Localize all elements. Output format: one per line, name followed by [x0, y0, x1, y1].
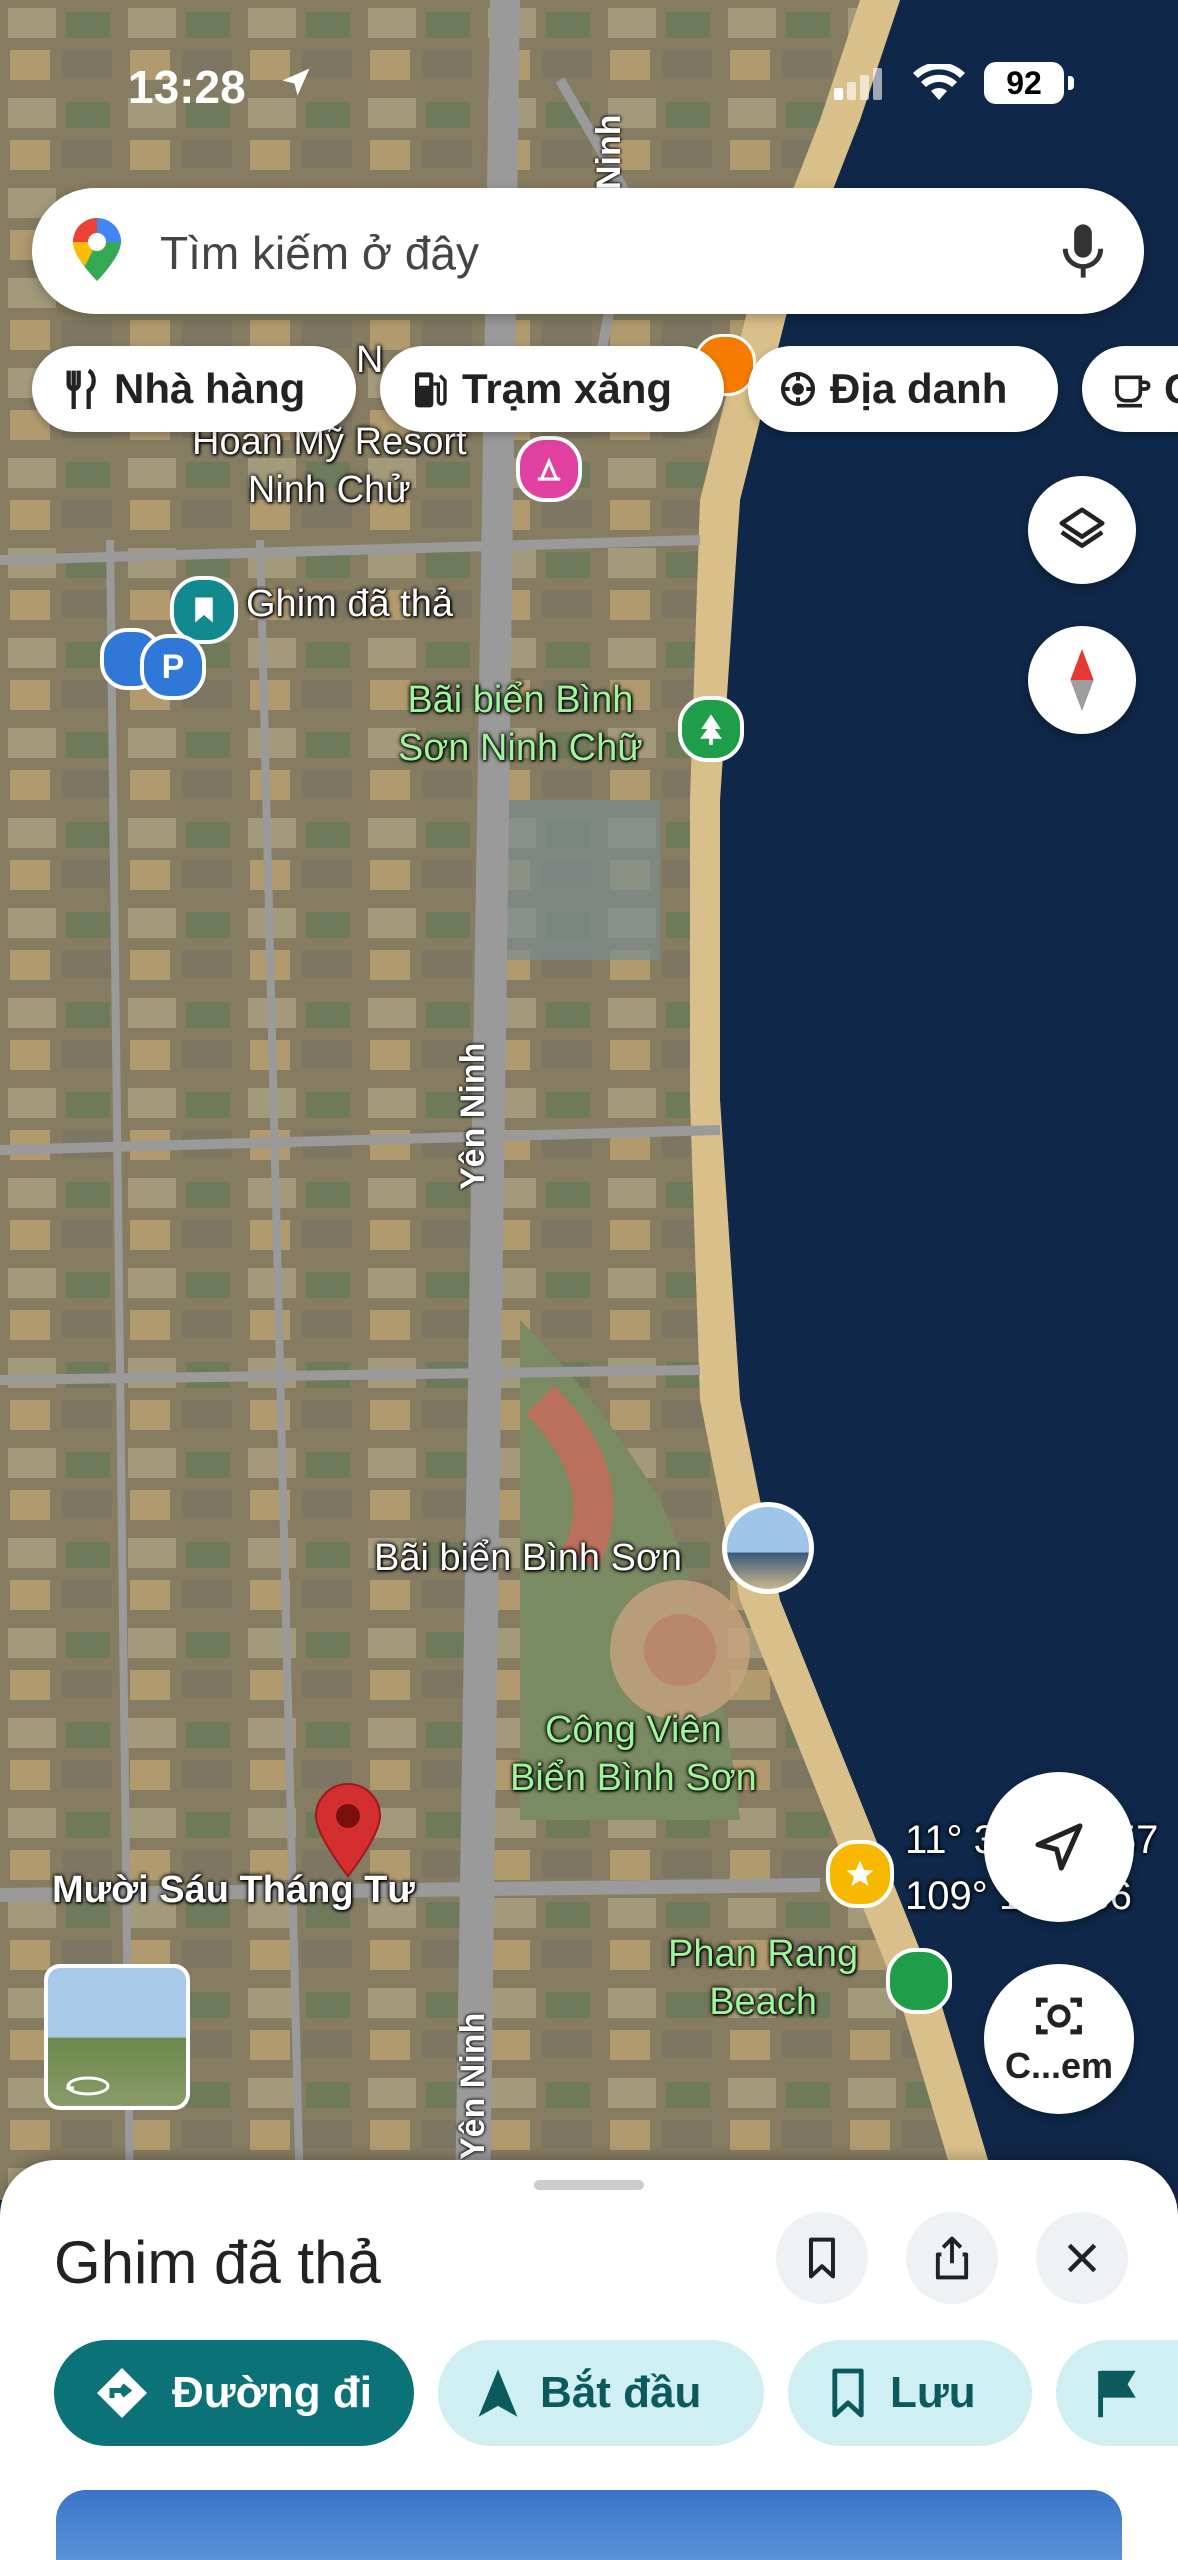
park-marker[interactable]: [678, 696, 744, 762]
chip-restaurants[interactable]: Nhà hàng: [32, 346, 356, 432]
status-bar: 13:28 92: [0, 60, 1178, 116]
microphone-icon[interactable]: [1056, 220, 1110, 287]
search-input[interactable]: Tìm kiếm ở đây: [160, 226, 479, 280]
street-view-thumbnail[interactable]: [44, 1964, 190, 2110]
road-label-north: Ninh: [590, 114, 628, 190]
search-bar[interactable]: Tìm kiếm ở đây: [32, 188, 1144, 314]
compass-icon: [1070, 648, 1094, 712]
resort-icon: [537, 457, 561, 481]
map-label-phan-rang-beach[interactable]: Phan Rang Beach: [668, 1930, 858, 2026]
tree-icon: [700, 714, 722, 745]
location-arrow-icon: [278, 64, 314, 105]
road-label-yen-ninh: Yên Ninh: [454, 1042, 492, 1190]
road-label-yen-ninh-south: Yên Ninh: [454, 2012, 492, 2160]
beach-photo-marker[interactable]: [722, 1502, 814, 1594]
close-button[interactable]: [1036, 2212, 1128, 2304]
camera-lens-icon: [1036, 1997, 1082, 2035]
wifi-icon: [912, 62, 966, 109]
chip-landmarks[interactable]: Địa danh: [748, 346, 1058, 432]
share-button[interactable]: [906, 2212, 998, 2304]
place-title: Ghim đã thả: [54, 2229, 381, 2296]
start-button[interactable]: Bắt đầu: [438, 2340, 764, 2446]
map-label-beach-binh-son[interactable]: Bãi biển Bình Sơn: [374, 1534, 682, 1582]
place-bottom-sheet[interactable]: Ghim đã thả Đường đi Bắt đầu Lưu: [0, 2160, 1178, 2560]
close-icon: [1067, 2243, 1097, 2273]
beach-marker[interactable]: [886, 1948, 952, 2014]
maps-logo-icon: [66, 218, 128, 289]
map-label-dropped-pin: Ghim đã thả: [246, 583, 453, 625]
camera-label: C...em: [1004, 2045, 1114, 2086]
favorite-marker[interactable]: [826, 1840, 894, 1908]
chip-gas-stations[interactable]: Trạm xăng: [380, 346, 724, 432]
chip-coffee[interactable]: C: [1082, 346, 1178, 432]
bookmark-icon: [195, 597, 213, 623]
directions-button[interactable]: Đường đi: [54, 2340, 414, 2446]
camera-search-button[interactable]: C...em: [984, 1964, 1134, 2114]
fork-knife-icon: [66, 368, 96, 409]
my-location-button[interactable]: [984, 1772, 1134, 1922]
sheet-drag-handle[interactable]: [534, 2180, 644, 2190]
resort-marker[interactable]: [516, 436, 582, 502]
landmark-icon: [781, 372, 815, 406]
rotate-360-icon: [65, 2076, 110, 2096]
status-time: 13:28: [128, 61, 246, 113]
label-button[interactable]: [1056, 2340, 1178, 2446]
layers-icon: [1059, 507, 1105, 548]
navigation-arrow-icon: [1035, 1823, 1083, 1871]
coffee-icon: [1115, 375, 1151, 408]
map-label-beach-north[interactable]: Bãi biển Bình Sơn Ninh Chữ: [398, 676, 643, 772]
place-photo[interactable]: [56, 2490, 1122, 2560]
directions-icon: [97, 2368, 147, 2418]
navigation-arrow-icon: [478, 2369, 518, 2417]
map-label-street: Mười Sáu Tháng Tư: [52, 1869, 415, 1911]
category-chips: Nhà hàng Trạm xăng Địa danh C: [0, 346, 1178, 436]
flag-icon: [1098, 2370, 1136, 2418]
map-label-park[interactable]: Công Viên Biển Bình Sơn: [510, 1706, 757, 1802]
save-icon-button[interactable]: [776, 2212, 868, 2304]
bookmark-icon: [808, 2237, 836, 2279]
battery-indicator: 92: [984, 62, 1074, 104]
bookmark-icon: [832, 2368, 864, 2418]
save-button[interactable]: Lưu: [788, 2340, 1032, 2446]
gas-station-icon: [415, 372, 447, 408]
star-icon: [846, 1860, 874, 1886]
layers-button[interactable]: [1028, 476, 1136, 584]
share-icon: [935, 2236, 969, 2280]
parking-marker[interactable]: P: [140, 634, 206, 700]
compass-button[interactable]: [1028, 626, 1136, 734]
cellular-signal-icon: [832, 66, 884, 107]
